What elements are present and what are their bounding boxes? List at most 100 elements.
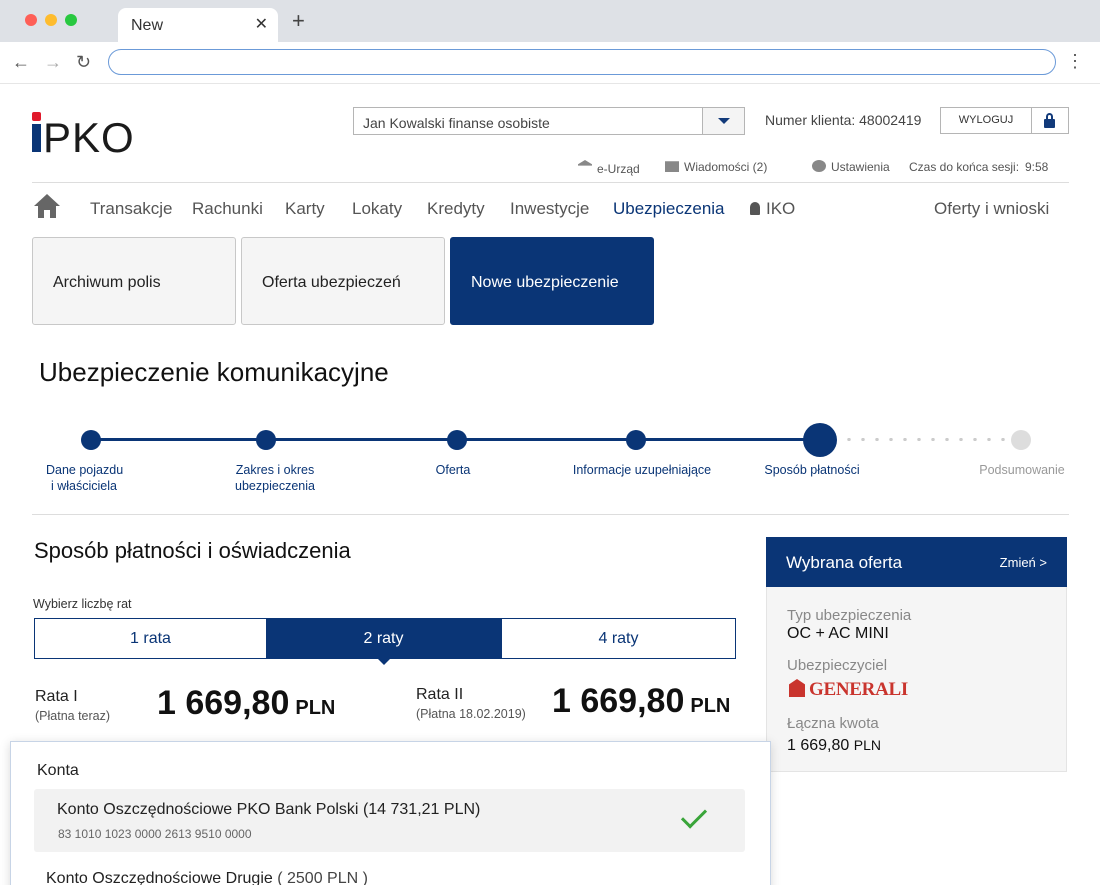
insurance-type-value: OC + AC MINI <box>787 625 889 642</box>
rate1-subtitle: (Płatna teraz) <box>35 709 111 723</box>
session-label: Czas do końca sesji: <box>909 160 1020 174</box>
browser-menu-icon[interactable]: ⋮ <box>1066 51 1084 72</box>
logo-text: PKO <box>43 114 135 161</box>
forward-arrow-icon[interactable]: → <box>44 52 62 73</box>
messages-link[interactable]: Wiadomości (2) <box>665 160 767 174</box>
account-option[interactable]: Konto Oszczędnościowe Drugie ( 2500 PLN … <box>46 870 368 885</box>
rate2-amount: 1 669,80 PLN <box>552 682 730 721</box>
nav-oferty-i-wnioski[interactable]: Oferty i wnioski <box>934 199 1049 219</box>
client-number: Numer klienta: 48002419 <box>765 112 922 128</box>
generali-lion-icon <box>789 679 805 697</box>
checkmark-icon <box>680 802 708 829</box>
messages-label: Wiadomości (2) <box>684 160 768 174</box>
rate1-amount: 1 669,80 PLN <box>157 684 335 723</box>
step-label-1: Dane pojazdu i właściciela <box>46 463 124 493</box>
browser-toolbar: ← → ↻ ⋮ <box>0 42 1100 84</box>
header-divider <box>32 182 1069 183</box>
close-window-button[interactable] <box>25 14 37 26</box>
step-node-1[interactable] <box>81 430 101 450</box>
e-urzad-label: e-Urząd <box>597 162 640 176</box>
option-1-rata[interactable]: 1 rata <box>35 619 266 658</box>
installments-label: Wybierz liczbę rat <box>33 597 132 611</box>
account-name: Konto Oszczędnościowe PKO Bank Polski (1… <box>57 801 481 818</box>
address-bar[interactable] <box>108 49 1056 75</box>
account-balance: ( 2500 PLN ) <box>277 870 368 885</box>
step-label-6: Podsumowanie <box>979 463 1065 477</box>
chevron-down-icon[interactable] <box>702 108 744 134</box>
accounts-header: Konta <box>37 762 79 779</box>
ipko-logo[interactable]: PKO <box>32 112 135 161</box>
option-2-raty[interactable]: 2 raty <box>266 619 501 665</box>
tab-close-icon[interactable]: ✕ <box>255 14 268 34</box>
change-offer-link[interactable]: Zmień > <box>1000 555 1047 570</box>
selected-offer-title: Wybrana oferta <box>786 553 903 572</box>
option-4-raty[interactable]: 4 raty <box>501 619 735 658</box>
nav-karty[interactable]: Karty <box>285 199 325 219</box>
total-amount-currency: PLN <box>853 737 881 753</box>
nav-kredyty[interactable]: Kredyty <box>427 199 485 219</box>
tile-archiwum-polis[interactable]: Archiwum polis <box>32 237 236 325</box>
selected-offer-header: Wybrana oferta Zmień > <box>766 537 1067 587</box>
back-arrow-icon[interactable]: ← <box>12 52 30 73</box>
step-node-3[interactable] <box>447 430 467 450</box>
home-icon[interactable] <box>33 193 61 219</box>
step-node-4[interactable] <box>626 430 646 450</box>
step-label-5: Sposób płatności <box>764 463 860 477</box>
page-title: Ubezpieczenie komunikacyjne <box>39 357 389 387</box>
nav-transakcje[interactable]: Transakcje <box>90 199 173 219</box>
accounts-dropdown: Konta Konto Oszczędnościowe PKO Bank Pol… <box>10 741 771 885</box>
total-amount: 1 669,80 PLN <box>787 737 881 755</box>
installments-toggle: 1 rata 2 raty 4 raty <box>34 618 736 665</box>
rate1-title: Rata I <box>35 688 78 705</box>
browser-tab[interactable]: New ✕ <box>118 8 278 42</box>
browser-tab-strip: New ✕ + <box>0 0 1100 42</box>
account-context-value: Jan Kowalski finanse osobiste <box>363 115 550 131</box>
nav-rachunki[interactable]: Rachunki <box>192 199 263 219</box>
account-context-select[interactable]: Jan Kowalski finanse osobiste <box>353 107 745 135</box>
step-label-3: Oferta <box>435 463 471 477</box>
e-urzad-link[interactable]: e-Urząd <box>578 160 640 176</box>
step-node-5-current <box>803 423 837 457</box>
logo-i-mark <box>32 112 41 152</box>
rate1-amount-value: 1 669,80 <box>157 684 290 722</box>
minimize-window-button[interactable] <box>45 14 57 26</box>
rate1-currency: PLN <box>295 697 336 719</box>
lock-icon[interactable] <box>1032 107 1069 134</box>
nav-inwestycje[interactable]: Inwestycje <box>510 199 589 219</box>
settings-link[interactable]: Ustawienia <box>812 160 890 174</box>
account-option-selected[interactable]: Konto Oszczędnościowe PKO Bank Polski (1… <box>34 789 745 852</box>
total-amount-value: 1 669,80 <box>787 737 850 754</box>
generali-wordmark: GENERALI <box>809 679 908 700</box>
gear-icon <box>812 160 826 172</box>
tile-nowe-ubezpieczenie[interactable]: Nowe ubezpieczenie <box>450 237 654 325</box>
step-label-4: Informacje uzupełniające <box>572 463 712 477</box>
step-node-6 <box>1011 430 1031 450</box>
settings-label: Ustawienia <box>831 160 890 174</box>
section-title: Sposób płatności i oświadczenia <box>34 538 351 563</box>
rate2-subtitle: (Płatna 18.02.2019) <box>416 707 526 721</box>
rate2-title: Rata II <box>416 686 464 703</box>
stepper-divider <box>32 514 1069 515</box>
nav-iko-label: IKO <box>766 199 796 218</box>
reload-icon[interactable]: ↻ <box>76 52 91 73</box>
tile-oferta-ubezpieczen[interactable]: Oferta ubezpieczeń <box>241 237 445 325</box>
new-tab-button[interactable]: + <box>292 10 305 32</box>
logout-button[interactable]: WYLOGUJ <box>940 107 1032 134</box>
step-label-2: Zakres i okres ubezpieczenia <box>235 463 315 493</box>
nav-ubezpieczenia[interactable]: Ubezpieczenia <box>613 199 725 219</box>
insurer-label: Ubezpieczyciel <box>787 657 888 674</box>
envelope-icon <box>665 161 679 172</box>
person-icon <box>750 202 760 215</box>
bank-icon <box>578 160 592 166</box>
nav-lokaty[interactable]: Lokaty <box>352 199 402 219</box>
step-node-2[interactable] <box>256 430 276 450</box>
stepper-remaining-line <box>842 438 1010 441</box>
nav-iko[interactable]: IKO <box>750 199 795 219</box>
selected-offer-body: Typ ubezpieczenia OC + AC MINI Ubezpiecz… <box>766 587 1067 772</box>
rate2-currency: PLN <box>690 695 731 717</box>
insurance-type-label: Typ ubezpieczenia <box>787 607 912 624</box>
total-amount-label: Łączna kwota <box>787 715 879 732</box>
maximize-window-button[interactable] <box>65 14 77 26</box>
generali-logo: GENERALI <box>789 679 908 701</box>
account-name: Konto Oszczędnościowe Drugie <box>46 870 273 885</box>
